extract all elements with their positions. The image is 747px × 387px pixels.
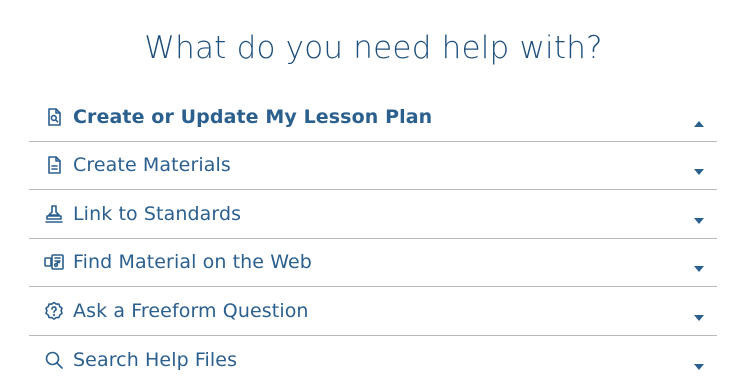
accordion-item-label: Find Material on the Web [73,251,312,274]
accordion-item-lesson-plan[interactable]: Create or Update My Lesson Plan [29,93,717,142]
accordion-item-link-standards[interactable]: Link to Standards [29,190,717,239]
accordion-item-label: Link to Standards [73,202,242,225]
chevron-down-icon [693,356,705,370]
accordion-item-search-help[interactable]: Search Help Files [29,336,717,385]
document-search-icon [43,106,65,128]
accordion-item-label: Search Help Files [73,348,238,371]
question-badge-icon [43,300,65,322]
accordion-item-freeform-question[interactable]: Ask a Freeform Question [29,287,717,336]
chevron-down-icon [693,210,705,224]
document-lines-icon [43,154,65,176]
chevron-down-icon [693,161,705,176]
chevron-down-icon [693,258,705,273]
search-icon [43,349,65,371]
accordion-item-label: Create or Update My Lesson Plan [73,105,433,128]
accordion-item-label: Ask a Freeform Question [73,299,309,322]
help-accordion: Create or Update My Lesson Plan Create M… [29,93,717,384]
accordion-item-create-materials[interactable]: Create Materials [29,142,717,190]
page-title: What do you need help with? [144,30,603,66]
accordion-item-label: Create Materials [73,154,231,177]
help-panel: What do you need help with? Create or Up… [0,0,747,387]
accordion-item-find-web[interactable]: Find Material on the Web [29,239,717,287]
stamp-icon [43,203,65,225]
web-media-icon [43,251,65,273]
chevron-up-icon [693,113,705,127]
chevron-down-icon [693,307,705,321]
